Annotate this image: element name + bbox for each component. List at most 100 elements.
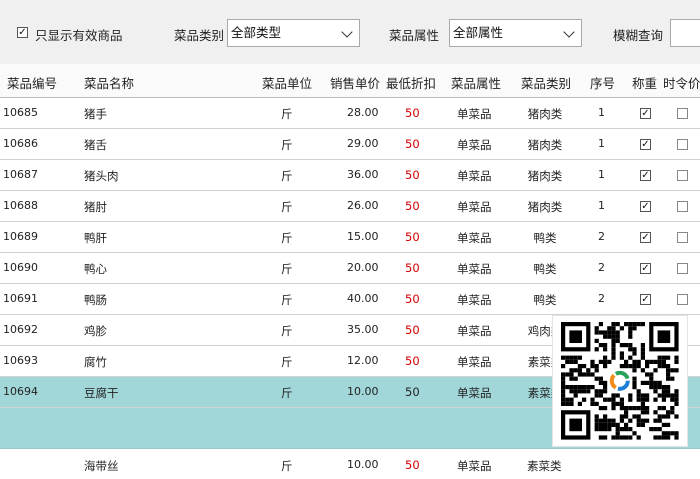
- category-select[interactable]: 全部类型: [227, 19, 360, 47]
- seasonal-checkbox[interactable]: [677, 201, 688, 212]
- cell-attr: 单菜品: [457, 107, 492, 121]
- cell-code: 10689: [3, 230, 38, 243]
- cell-discount: 50: [405, 230, 420, 244]
- only-valid-checkbox[interactable]: ✓: [17, 27, 28, 38]
- weigh-checkbox[interactable]: ✓: [640, 294, 651, 305]
- cell-price: 29.00: [347, 137, 379, 150]
- attribute-label: 菜品属性: [389, 28, 440, 43]
- cell-unit: 斤: [281, 231, 293, 245]
- table-row[interactable]: 10687 猪头肉 斤 36.00 50 单菜品 猪肉类 1 ✓: [0, 160, 700, 191]
- cell-unit: 斤: [281, 138, 293, 152]
- column-header-price[interactable]: 销售单价: [330, 73, 380, 92]
- cell-attr: 单菜品: [457, 262, 492, 276]
- column-header-code[interactable]: 菜品编号: [7, 73, 57, 92]
- cell-code: 10688: [3, 199, 38, 212]
- weigh-checkbox[interactable]: ✓: [640, 232, 651, 243]
- seasonal-checkbox[interactable]: [677, 263, 688, 274]
- cell-attr: 单菜品: [457, 355, 492, 369]
- seasonal-checkbox[interactable]: [677, 232, 688, 243]
- cell-discount: 50: [405, 106, 420, 120]
- cell-name: 猪舌: [84, 138, 107, 152]
- cell-category: 猪肉类: [527, 138, 563, 152]
- category-label: 菜品类别: [174, 28, 225, 43]
- column-header-discount[interactable]: 最低折扣: [386, 73, 436, 92]
- cell-unit: 斤: [281, 355, 293, 369]
- weigh-checkbox[interactable]: ✓: [640, 263, 651, 274]
- cell-price: 12.00: [347, 354, 379, 367]
- cell-category: 素菜类: [527, 459, 562, 473]
- cell-code: 10693: [3, 354, 38, 367]
- cell-attr: 单菜品: [457, 231, 492, 245]
- cell-code: 10691: [3, 292, 38, 305]
- cell-discount: 50: [405, 354, 420, 368]
- weigh-checkbox[interactable]: ✓: [640, 201, 651, 212]
- cell-attr: 单菜品: [457, 138, 492, 152]
- cell-seq: 1: [598, 106, 605, 119]
- seasonal-checkbox[interactable]: [677, 294, 688, 305]
- cell-price: 28.00: [347, 106, 379, 119]
- column-header-seq[interactable]: 序号: [590, 73, 615, 92]
- column-header-category[interactable]: 菜品类别: [521, 73, 571, 92]
- cell-unit: 斤: [281, 262, 293, 276]
- cell-name: 猪手: [84, 107, 107, 121]
- seasonal-checkbox[interactable]: [677, 139, 688, 150]
- weigh-checkbox[interactable]: ✓: [640, 139, 651, 150]
- cell-seq: 1: [598, 168, 605, 181]
- cell-seq: 1: [598, 137, 605, 150]
- column-header-seasonal[interactable]: 时令价: [663, 73, 700, 92]
- cell-attr: 单菜品: [457, 169, 492, 183]
- cell-name: 鸡胗: [84, 324, 107, 338]
- table-row[interactable]: 海带丝 斤 10.00 50 单菜品 素菜类: [0, 449, 700, 479]
- table-row[interactable]: 10691 鸭肠 斤 40.00 50 单菜品 鸭类 2 ✓: [0, 284, 700, 315]
- column-header-unit[interactable]: 菜品单位: [262, 73, 312, 92]
- search-input[interactable]: [670, 19, 700, 47]
- cell-category: 鸭类: [533, 262, 557, 276]
- cell-code: 10694: [3, 385, 38, 398]
- cell-category: 鸭类: [533, 231, 557, 245]
- column-header-attr[interactable]: 菜品属性: [451, 73, 501, 92]
- search-label: 模糊查询: [613, 28, 664, 43]
- cell-name: 腐竹: [84, 355, 107, 369]
- cell-price: 20.00: [347, 261, 379, 274]
- cell-discount: 50: [405, 323, 420, 337]
- attribute-select[interactable]: 全部属性: [449, 19, 582, 47]
- table-row[interactable]: 10690 鸭心 斤 20.00 50 单菜品 鸭类 2 ✓: [0, 253, 700, 284]
- cell-price: 15.00: [347, 230, 379, 243]
- seasonal-checkbox[interactable]: [677, 170, 688, 181]
- seasonal-checkbox[interactable]: [677, 108, 688, 119]
- cell-category: 猪肉类: [527, 200, 563, 214]
- cell-discount: 50: [405, 458, 420, 472]
- chevron-down-icon: [563, 26, 575, 38]
- cell-discount: 50: [405, 168, 420, 182]
- qr-code-icon: [553, 316, 687, 446]
- cell-discount: 50: [405, 137, 420, 151]
- cell-code: 10687: [3, 168, 38, 181]
- cell-name: 猪肘: [84, 200, 107, 214]
- cell-unit: 斤: [281, 386, 293, 400]
- filter-toolbar: ✓ 只显示有效商品 菜品类别 全部类型 菜品属性 全部属性 模糊查询: [0, 0, 700, 65]
- table-row[interactable]: 10686 猪舌 斤 29.00 50 单菜品 猪肉类 1 ✓: [0, 129, 700, 160]
- cell-discount: 50: [405, 292, 420, 306]
- cell-price: 26.00: [347, 199, 379, 212]
- cell-seq: 2: [598, 261, 605, 274]
- cell-name: 豆腐干: [84, 386, 119, 400]
- only-valid-label: 只显示有效商品: [35, 28, 123, 43]
- weigh-checkbox[interactable]: ✓: [640, 170, 651, 181]
- column-header-weigh[interactable]: 称重: [632, 73, 657, 92]
- cell-name: 鸭肠: [84, 293, 107, 307]
- cell-attr: 单菜品: [457, 200, 492, 214]
- weigh-checkbox[interactable]: ✓: [640, 108, 651, 119]
- cell-attr: 单菜品: [457, 324, 492, 338]
- table-row[interactable]: 10685 猪手 斤 28.00 50 单菜品 猪肉类 1 ✓: [0, 98, 700, 129]
- table-row[interactable]: 10688 猪肘 斤 26.00 50 单菜品 猪肉类 1 ✓: [0, 191, 700, 222]
- column-header-name[interactable]: 菜品名称: [84, 73, 134, 92]
- cell-unit: 斤: [281, 107, 293, 121]
- cell-code: 10685: [3, 106, 38, 119]
- cell-name: 海带丝: [84, 459, 119, 473]
- table-row[interactable]: 10689 鸭肝 斤 15.00 50 单菜品 鸭类 2 ✓: [0, 222, 700, 253]
- cell-attr: 单菜品: [457, 293, 492, 307]
- cell-unit: 斤: [281, 459, 293, 473]
- cell-unit: 斤: [281, 324, 293, 338]
- cell-seq: 2: [598, 292, 605, 305]
- cell-name: 猪头肉: [84, 169, 119, 183]
